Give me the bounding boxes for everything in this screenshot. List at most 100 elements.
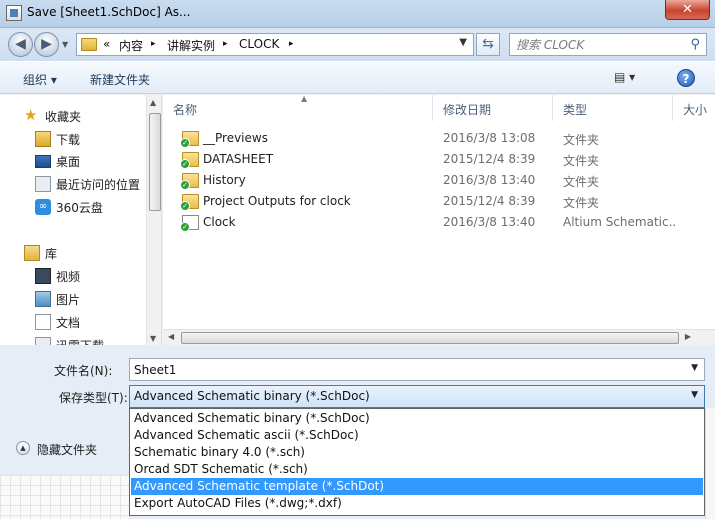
file-type: 文件夹 (563, 196, 600, 210)
file-type: 文件夹 (563, 175, 600, 189)
forward-button[interactable]: ▶ (34, 32, 59, 57)
nav-desktop[interactable]: 桌面 (0, 150, 146, 172)
nav-thunder-download-label: 迅雷下载 (56, 337, 104, 345)
nav-libraries[interactable]: 库 (0, 242, 146, 264)
filetype-option[interactable]: Advanced Schematic binary (*.SchDoc) (131, 410, 703, 427)
nav-downloads[interactable]: 下载 (0, 128, 146, 150)
breadcrumb-examples[interactable]: 讲解实例 (167, 37, 215, 54)
filetype-option[interactable]: Schematic binary 4.0 (*.sch) (131, 444, 703, 461)
nav-pictures-label: 图片 (56, 293, 81, 307)
nav-pictures[interactable]: 图片 (0, 288, 146, 310)
search-box[interactable]: ⚲ (509, 33, 707, 56)
filetype-selected-value: Advanced Schematic binary (*.SchDoc) (134, 389, 370, 403)
nav-libraries-label: 库 (45, 247, 58, 261)
column-name-label: 名称 (173, 103, 198, 117)
filename-dropdown-icon[interactable]: ▼ (691, 363, 698, 373)
title-bar: Save [Sheet1.SchDoc] As... ✕ (0, 0, 715, 28)
filetype-option[interactable]: Advanced Schematic ascii (*.SchDoc) (131, 427, 703, 444)
nav-cloud-drive[interactable]: ∞ 360云盘 (0, 196, 146, 218)
filetype-options-list: Advanced Schematic binary (*.SchDoc) Adv… (129, 408, 705, 516)
scroll-right-icon[interactable]: ▶ (685, 332, 691, 341)
scroll-left-icon[interactable]: ◀ (168, 332, 174, 341)
nav-favorites[interactable]: ★ 收藏夹 (0, 105, 146, 127)
close-button[interactable]: ✕ (665, 0, 710, 20)
file-list: 名称 ▲ 修改日期 类型 大小 ✓ __Previews 2016/3/8 13… (163, 95, 715, 345)
background-window-edge (705, 408, 715, 519)
thunder-download-icon (35, 337, 51, 345)
file-row[interactable]: ✓ History 2016/3/8 13:40 文件夹 (163, 170, 715, 191)
new-folder-button[interactable]: 新建文件夹 (90, 71, 150, 88)
filetype-option[interactable]: Orcad SDT Schematic (*.sch) (131, 461, 703, 478)
search-input[interactable] (516, 37, 676, 53)
scroll-up-icon[interactable]: ▲ (150, 98, 156, 107)
sync-check-icon: ✓ (180, 222, 190, 232)
file-row[interactable]: ✓ Project Outputs for clock 2015/12/4 8:… (163, 191, 715, 212)
recent-pages-dropdown-icon[interactable]: ▼ (62, 40, 68, 49)
back-button[interactable]: ◀ (8, 32, 33, 57)
filename-input[interactable] (134, 362, 674, 378)
filetype-select[interactable]: Advanced Schematic binary (*.SchDoc) ▼ (129, 385, 705, 408)
column-header-size[interactable]: 大小 (673, 95, 715, 121)
filename-field[interactable]: ▼ (129, 358, 705, 381)
command-bar: 组织 ▾ 新建文件夹 ▤ ▾ ? (0, 61, 715, 94)
breadcrumb-clock[interactable]: CLOCK (239, 37, 279, 51)
scroll-down-icon[interactable]: ▼ (150, 334, 156, 343)
nav-scroll-thumb[interactable] (149, 113, 161, 211)
breadcrumb-content[interactable]: 内容 (119, 37, 143, 54)
nav-recent-places[interactable]: 最近访问的位置 (0, 173, 146, 195)
desktop-icon (35, 155, 51, 168)
refresh-icon: ⇆ (482, 36, 494, 52)
file-row[interactable]: ✓ DATASHEET 2015/12/4 8:39 文件夹 (163, 149, 715, 170)
address-bar[interactable]: « 内容 ▸ 讲解实例 ▸ CLOCK ▸ ▼ (76, 33, 474, 56)
column-header-date[interactable]: 修改日期 (433, 95, 553, 121)
file-row[interactable]: ✓ __Previews 2016/3/8 13:08 文件夹 (163, 128, 715, 149)
file-name: __Previews (203, 131, 268, 145)
breadcrumb-separator-icon[interactable]: ▸ (289, 39, 294, 49)
help-button[interactable]: ? (677, 69, 695, 87)
filename-label: 文件名(N): (54, 364, 113, 378)
nav-desktop-label: 桌面 (56, 155, 81, 169)
forward-arrow-icon: ▶ (41, 36, 52, 52)
sort-ascending-icon: ▲ (301, 95, 308, 103)
horizontal-scroll-thumb[interactable] (181, 332, 679, 344)
file-type: Altium Schematic... (563, 215, 675, 229)
organize-menu[interactable]: 组织 ▾ (23, 71, 57, 88)
library-icon (24, 245, 40, 261)
column-header-type[interactable]: 类型 (553, 95, 673, 121)
nav-videos-label: 视频 (56, 270, 81, 284)
file-date: 2016/3/8 13:08 (443, 131, 536, 145)
address-dropdown-icon[interactable]: ▼ (459, 37, 467, 48)
horizontal-scrollbar[interactable]: ◀ ▶ (163, 329, 715, 345)
refresh-button[interactable]: ⇆ (476, 33, 500, 56)
breadcrumb-separator-icon[interactable]: ▸ (151, 39, 156, 49)
file-row[interactable]: ✓ Clock 2016/3/8 13:40 Altium Schematic.… (163, 212, 715, 233)
sync-check-icon: ✓ (180, 159, 190, 169)
folder-icon: ✓ (180, 173, 199, 190)
view-options-button[interactable]: ▤ ▾ (614, 70, 650, 88)
back-arrow-icon: ◀ (15, 36, 26, 52)
nav-scrollbar[interactable]: ▲ ▼ (146, 95, 161, 345)
column-type-label: 类型 (563, 103, 588, 117)
breadcrumb-separator-icon[interactable]: ▸ (223, 39, 228, 49)
navigation-pane: ★ 收藏夹 下载 桌面 最近访问的位置 ∞ 360云盘 库 视频 图片 文档 迅… (0, 95, 162, 345)
file-type: 文件夹 (563, 133, 600, 147)
filetype-option-highlighted[interactable]: Advanced Schematic template (*.SchDot) (131, 478, 703, 495)
file-name: Clock (203, 215, 236, 229)
breadcrumb-overflow[interactable]: « (103, 37, 110, 51)
column-header-name[interactable]: 名称 ▲ (163, 95, 433, 121)
folder-icon: ✓ (180, 194, 199, 211)
filetype-option[interactable]: Export AutoCAD Files (*.dwg;*.dxf) (131, 495, 703, 512)
file-date: 2016/3/8 13:40 (443, 215, 536, 229)
sync-check-icon: ✓ (180, 138, 190, 148)
nav-videos[interactable]: 视频 (0, 265, 146, 287)
filetype-dropdown-icon[interactable]: ▼ (691, 390, 698, 400)
file-name: History (203, 173, 246, 187)
nav-documents[interactable]: 文档 (0, 311, 146, 333)
window-title: Save [Sheet1.SchDoc] As... (27, 5, 191, 19)
search-icon[interactable]: ⚲ (690, 37, 700, 52)
background-schematic-grid (0, 475, 129, 519)
file-date: 2016/3/8 13:40 (443, 173, 536, 187)
nav-thunder-download[interactable]: 迅雷下载 (0, 334, 146, 345)
file-name: DATASHEET (203, 152, 274, 166)
nav-downloads-label: 下载 (56, 133, 81, 147)
